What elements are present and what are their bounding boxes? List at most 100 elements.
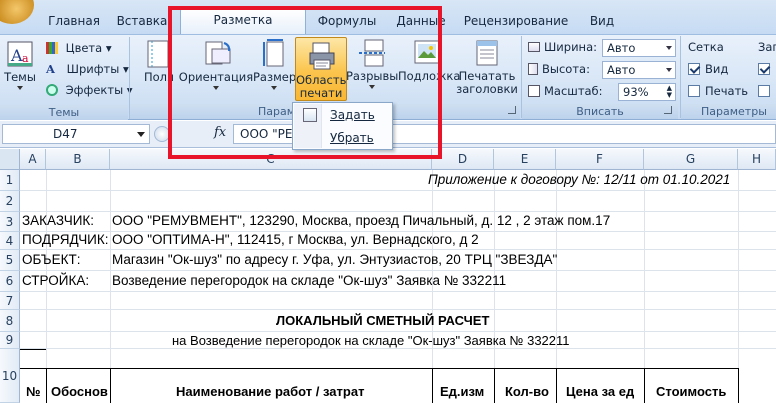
- select-all-corner[interactable]: [0, 149, 20, 170]
- fit-dialog-launcher-icon[interactable]: [664, 106, 672, 114]
- fit-height-label: Высота:: [528, 60, 590, 78]
- column-header-b[interactable]: B: [46, 149, 110, 170]
- column-header-h[interactable]: H: [738, 149, 776, 170]
- row-header-10[interactable]: 10: [0, 349, 20, 403]
- table-border: [20, 349, 46, 350]
- table-header-name[interactable]: Наименование работ / затрат: [176, 384, 364, 399]
- table-header-unit-price[interactable]: Цена за ед: [566, 384, 634, 399]
- margins-button[interactable]: Поля: [140, 39, 174, 95]
- gridline: [20, 291, 776, 292]
- fit-height-value: Авто: [607, 63, 636, 77]
- fit-width-value: Авто: [607, 41, 636, 55]
- row-header-8[interactable]: 8: [0, 310, 20, 332]
- tab-view[interactable]: Вид: [584, 10, 620, 34]
- gridlines-heading: Сетка: [688, 40, 724, 54]
- gridline: [20, 309, 776, 310]
- estimate-subtitle[interactable]: на Возведение перегородок на складе "Ок-…: [172, 333, 570, 348]
- table-header-number[interactable]: №: [26, 384, 41, 399]
- margins-icon: [147, 40, 169, 68]
- contractor-value[interactable]: ООО "ОПТИМА-Н", 112415, г Москва, ул. Ве…: [112, 232, 479, 247]
- gridlines-view-checkbox[interactable]: Вид: [688, 60, 728, 78]
- column-header-f[interactable]: F: [556, 149, 644, 170]
- table-header-cost[interactable]: Стоимость: [656, 384, 726, 399]
- checkbox-unchecked-icon: [688, 85, 700, 97]
- table-border: [738, 368, 739, 403]
- table-border: [644, 368, 645, 403]
- office-button[interactable]: [0, 0, 34, 24]
- table-header-unit[interactable]: Ед.изм: [440, 384, 484, 399]
- height-icon: [528, 63, 538, 75]
- table-border: [556, 368, 557, 403]
- effects-label: Эффекты: [65, 83, 124, 97]
- themes-label: Темы: [4, 70, 36, 84]
- gridlines-print-checkbox[interactable]: Печать: [688, 82, 748, 100]
- tab-insert[interactable]: Вставка: [112, 10, 172, 34]
- fit-height-select[interactable]: Авто: [602, 61, 676, 79]
- headings-view-checkbox[interactable]: [758, 60, 775, 78]
- construction-value[interactable]: Возведение перегородок на складе "Ок-шуз…: [112, 273, 506, 288]
- theme-effects-button[interactable]: Эффекты ▾: [46, 81, 133, 99]
- customer-label[interactable]: ЗАКАЗЧИК:: [22, 213, 94, 228]
- table-border: [46, 368, 47, 403]
- object-label[interactable]: ОБЪЕКТ:: [22, 252, 80, 267]
- row-header-4[interactable]: 4: [0, 232, 20, 250]
- column-header-g[interactable]: G: [644, 149, 738, 170]
- gridline: [20, 331, 776, 332]
- gridline: [20, 211, 776, 212]
- colors-label: Цвета: [65, 41, 103, 55]
- tab-home[interactable]: Главная: [40, 10, 108, 34]
- fit-width-label: Ширина:: [528, 38, 597, 56]
- row-header-6[interactable]: 6: [0, 271, 20, 292]
- appendix-text[interactable]: Приложение к договору №: 12/11 от 01.10.…: [428, 172, 730, 187]
- sheet-options-group-label: Параметры ли: [681, 104, 776, 133]
- checkbox-unchecked-icon: [758, 85, 770, 97]
- checkbox-checked-icon: [758, 63, 770, 75]
- fonts-label: Шрифты: [66, 62, 120, 76]
- row-header-9[interactable]: 9: [0, 332, 20, 349]
- print-titles-button[interactable]: Печатать заголовки: [456, 38, 518, 96]
- estimate-title[interactable]: ЛОКАЛЬНЫЙ СМЕТНЫЙ РАСЧЕТ: [276, 313, 489, 328]
- headings-print-checkbox[interactable]: [758, 82, 775, 100]
- customer-value[interactable]: ООО "РЕМУВМЕНТ", 123290, Москва, проезд …: [112, 213, 610, 228]
- theme-fonts-button[interactable]: A Шрифты ▾: [46, 60, 129, 78]
- page-setup-dialog-launcher-icon[interactable]: [508, 106, 516, 114]
- fit-scale-value: 93%: [623, 85, 649, 99]
- fit-scale-spinner[interactable]: 93% ▲ ▼: [618, 83, 676, 101]
- colors-icon: [46, 42, 58, 54]
- themes-button[interactable]: A a Темы: [2, 39, 38, 95]
- table-header-basis[interactable]: Обоснов: [51, 384, 108, 399]
- theme-colors-button[interactable]: Цвета ▾: [46, 39, 112, 57]
- print-titles-label-line1: Печатать: [458, 69, 516, 83]
- table-border: [432, 368, 433, 403]
- row-header-1[interactable]: 1: [0, 170, 20, 191]
- fit-width-select[interactable]: Авто: [602, 39, 676, 57]
- width-icon: [528, 42, 540, 52]
- row-header-5[interactable]: 5: [0, 250, 20, 271]
- name-box-value: D47: [53, 127, 78, 141]
- construction-label[interactable]: СТРОЙКА:: [22, 273, 89, 288]
- row-header-2[interactable]: 2: [0, 191, 20, 212]
- table-border: [20, 368, 738, 369]
- column-header-e[interactable]: E: [494, 149, 556, 170]
- tab-review[interactable]: Рецензирование: [462, 10, 570, 34]
- spinner-arrows-icon[interactable]: ▲ ▼: [667, 85, 672, 99]
- scale-icon: [528, 85, 540, 97]
- gridline: [20, 270, 776, 271]
- table-header-quantity[interactable]: Кол-во: [505, 384, 549, 399]
- chevron-down-icon[interactable]: [137, 132, 145, 137]
- gridline: [20, 249, 776, 250]
- effects-icon: [46, 84, 58, 96]
- themes-group-label: Темы: [0, 105, 128, 120]
- name-box[interactable]: D47: [2, 124, 150, 144]
- contractor-label[interactable]: ПОДРЯДЧИК:: [22, 232, 109, 247]
- row-header-7[interactable]: 7: [0, 292, 20, 310]
- object-value[interactable]: Магазин "Ок-шуз" по адресу г. Уфа, ул. Э…: [112, 252, 557, 267]
- fit-scale-label: Масштаб:: [528, 82, 603, 100]
- fit-group-label: Вписать: [522, 104, 678, 119]
- highlight-annotation-box: [168, 6, 442, 159]
- column-header-a[interactable]: A: [20, 149, 46, 170]
- themes-icon: A a: [7, 41, 33, 67]
- row-header-3[interactable]: 3: [0, 212, 20, 232]
- fonts-icon: A: [46, 62, 55, 76]
- table-border: [110, 368, 111, 403]
